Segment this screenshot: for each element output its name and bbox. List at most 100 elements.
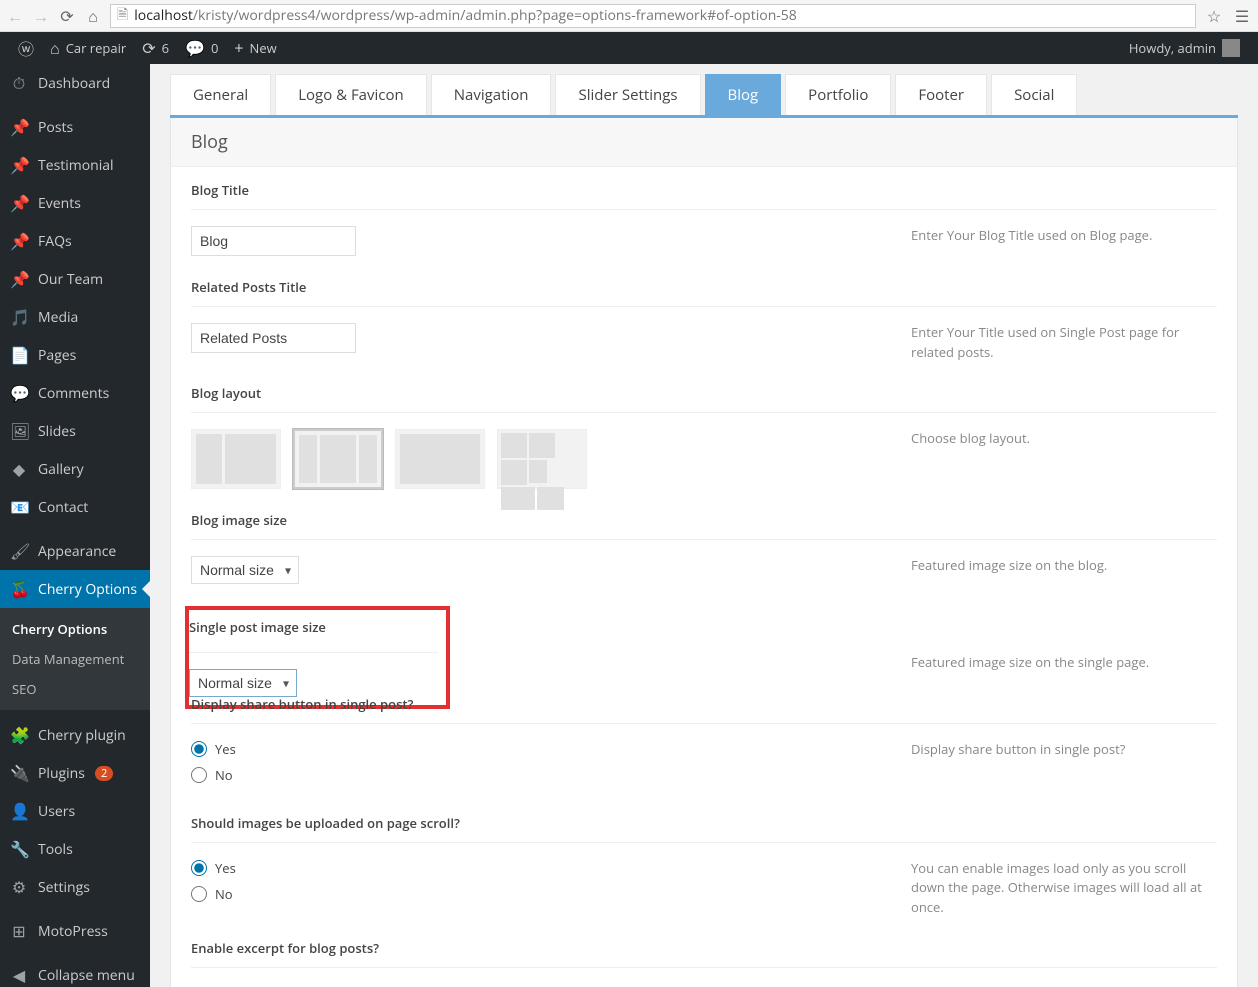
lazy-yes-radio[interactable]: [191, 860, 207, 876]
share-no-radio[interactable]: [191, 767, 207, 783]
pin-icon: 📌: [10, 268, 28, 290]
wordpress-icon: ⓦ: [18, 36, 34, 60]
tab-logo-favicon[interactable]: Logo & Favicon: [275, 74, 427, 115]
tab-footer[interactable]: Footer: [895, 74, 987, 115]
lazy-no-row[interactable]: No: [191, 885, 871, 903]
submenu-item-seo[interactable]: SEO: [0, 674, 150, 704]
wp-admin-bar: ⓦ ⌂Car repair ⟳6 💬0 +New Howdy, admin: [0, 32, 1258, 64]
tab-social[interactable]: Social: [991, 74, 1077, 115]
account-link[interactable]: Howdy, admin: [1121, 32, 1248, 64]
lazy-yes-row[interactable]: Yes: [191, 859, 871, 877]
sidebar-item-label: Comments: [38, 384, 109, 403]
sidebar-item-label: Appearance: [38, 542, 116, 561]
appearance-icon: 🖌: [10, 540, 28, 562]
home-icon[interactable]: ⌂: [84, 7, 102, 25]
sidebar-item-tools[interactable]: 🔧Tools: [0, 830, 150, 868]
site-name-link[interactable]: ⌂Car repair: [42, 32, 134, 64]
sidebar-item-plugins[interactable]: 🔌Plugins2: [0, 754, 150, 792]
share-yes-row[interactable]: Yes: [191, 740, 871, 758]
section-label: Single post image size: [189, 614, 438, 646]
updates-count: 6: [162, 39, 169, 57]
blog-title-input[interactable]: [191, 226, 356, 256]
section-lazy-images: Should images be uploaded on page scroll…: [171, 800, 1237, 926]
lazy-no-radio[interactable]: [191, 886, 207, 902]
tab-navigation[interactable]: Navigation: [431, 74, 552, 115]
collapse-icon: ◀: [10, 964, 28, 986]
sidebar-item-label: Users: [38, 802, 75, 821]
tab-general[interactable]: General: [170, 74, 271, 115]
share-no-row[interactable]: No: [191, 766, 871, 784]
submenu-item-cherry-options[interactable]: Cherry Options: [0, 614, 150, 644]
sidebar-item-cherry-plugin[interactable]: 🧩Cherry plugin: [0, 716, 150, 754]
bookmark-star-icon[interactable]: ☆: [1204, 5, 1224, 27]
hamburger-menu-icon[interactable]: ☰: [1232, 5, 1252, 27]
sidebar-item-our-team[interactable]: 📌 Our Team: [0, 260, 150, 298]
tab-blog[interactable]: Blog: [705, 74, 782, 115]
sidebar-item-slides[interactable]: 🖼Slides: [0, 412, 150, 450]
section-label: Display share button in single post?: [191, 695, 1217, 724]
sidebar-item-media[interactable]: 🎵Media: [0, 298, 150, 336]
sidebar-item-label: Contact: [38, 498, 88, 517]
layout-thumb-3[interactable]: [395, 429, 485, 489]
share-yes-radio[interactable]: [191, 741, 207, 757]
sidebar-item-label: Plugins: [38, 764, 85, 783]
updates-link[interactable]: ⟳6: [134, 32, 177, 64]
related-posts-input[interactable]: [191, 323, 356, 353]
sidebar-item-dashboard[interactable]: ⏱Dashboard: [0, 64, 150, 102]
media-icon: 🎵: [10, 306, 28, 328]
section-share-button: Display share button in single post? Yes…: [171, 681, 1237, 800]
sidebar-item-cherry-options[interactable]: 🍒Cherry Options: [0, 570, 150, 608]
wp-logo[interactable]: ⓦ: [10, 32, 42, 64]
reload-icon[interactable]: ⟳: [58, 7, 76, 25]
users-icon: 👤: [10, 800, 28, 822]
sidebar-item-testimonial[interactable]: 📌Testimonial: [0, 146, 150, 184]
sidebar-item-label: Our Team: [38, 270, 103, 289]
section-desc: You can enable images load only as you s…: [911, 859, 1217, 918]
radio-label: Yes: [215, 740, 236, 758]
back-icon[interactable]: ←: [6, 7, 24, 25]
tab-portfolio[interactable]: Portfolio: [785, 74, 891, 115]
cherry-icon: 🍒: [10, 578, 28, 600]
browser-toolbar: ← → ⟳ ⌂ 🗎 localhost/kristy/wordpress4/wo…: [0, 0, 1258, 32]
new-content-link[interactable]: +New: [226, 32, 284, 64]
tab-slider-settings[interactable]: Slider Settings: [555, 74, 700, 115]
single-image-size-select[interactable]: Normal size: [189, 669, 297, 697]
blog-image-size-select[interactable]: Normal size: [191, 556, 299, 584]
url-bar[interactable]: 🗎 localhost/kristy/wordpress4/wordpress/…: [110, 4, 1196, 28]
section-label: Blog Title: [191, 181, 1217, 210]
forward-icon[interactable]: →: [32, 7, 50, 25]
sidebar-item-settings[interactable]: ⚙Settings: [0, 868, 150, 906]
sidebar-item-comments[interactable]: 💬Comments: [0, 374, 150, 412]
layout-thumb-2[interactable]: [293, 429, 383, 489]
sidebar-item-users[interactable]: 👤 Users: [0, 792, 150, 830]
comment-icon: 💬: [185, 37, 205, 59]
layout-thumb-1[interactable]: [191, 429, 281, 489]
motopress-icon: ⊞: [10, 920, 28, 942]
sidebar-item-motopress[interactable]: ⊞MotoPress: [0, 912, 150, 950]
section-desc: Choose blog layout.: [911, 429, 1217, 489]
home-icon: ⌂: [50, 37, 60, 59]
page-icon: 🗎: [117, 4, 128, 28]
sidebar-item-appearance[interactable]: 🖌 Appearance: [0, 532, 150, 570]
section-related-posts: Related Posts Title Enter Your Title use…: [171, 264, 1237, 370]
sidebar-item-label: FAQs: [38, 232, 72, 251]
comments-link[interactable]: 💬0: [177, 32, 226, 64]
cherry-plugin-icon: 🧩: [10, 724, 28, 746]
radio-label: No: [215, 766, 233, 784]
submenu-item-data-management[interactable]: Data Management: [0, 644, 150, 674]
sidebar-item-posts[interactable]: 📌Posts: [0, 108, 150, 146]
sidebar-item-contact[interactable]: 📧Contact: [0, 488, 150, 526]
content-area: GeneralLogo & FaviconNavigationSlider Se…: [150, 64, 1258, 987]
sidebar-item-pages[interactable]: 📄Pages: [0, 336, 150, 374]
sidebar-item-events[interactable]: 📌Events: [0, 184, 150, 222]
sidebar-item-gallery[interactable]: ◆Gallery: [0, 450, 150, 488]
gallery-icon: ◆: [10, 458, 28, 480]
panel-title: Blog: [171, 118, 1237, 167]
layout-thumb-4[interactable]: [497, 429, 587, 489]
page-icon: 📄: [10, 344, 28, 366]
section-label: Related Posts Title: [191, 278, 1217, 307]
sidebar-item-collapse-menu[interactable]: ◀Collapse menu: [0, 956, 150, 987]
howdy-label: Howdy, admin: [1129, 39, 1216, 57]
sidebar-item-faqs[interactable]: 📌FAQs: [0, 222, 150, 260]
updates-icon: ⟳: [142, 37, 155, 59]
